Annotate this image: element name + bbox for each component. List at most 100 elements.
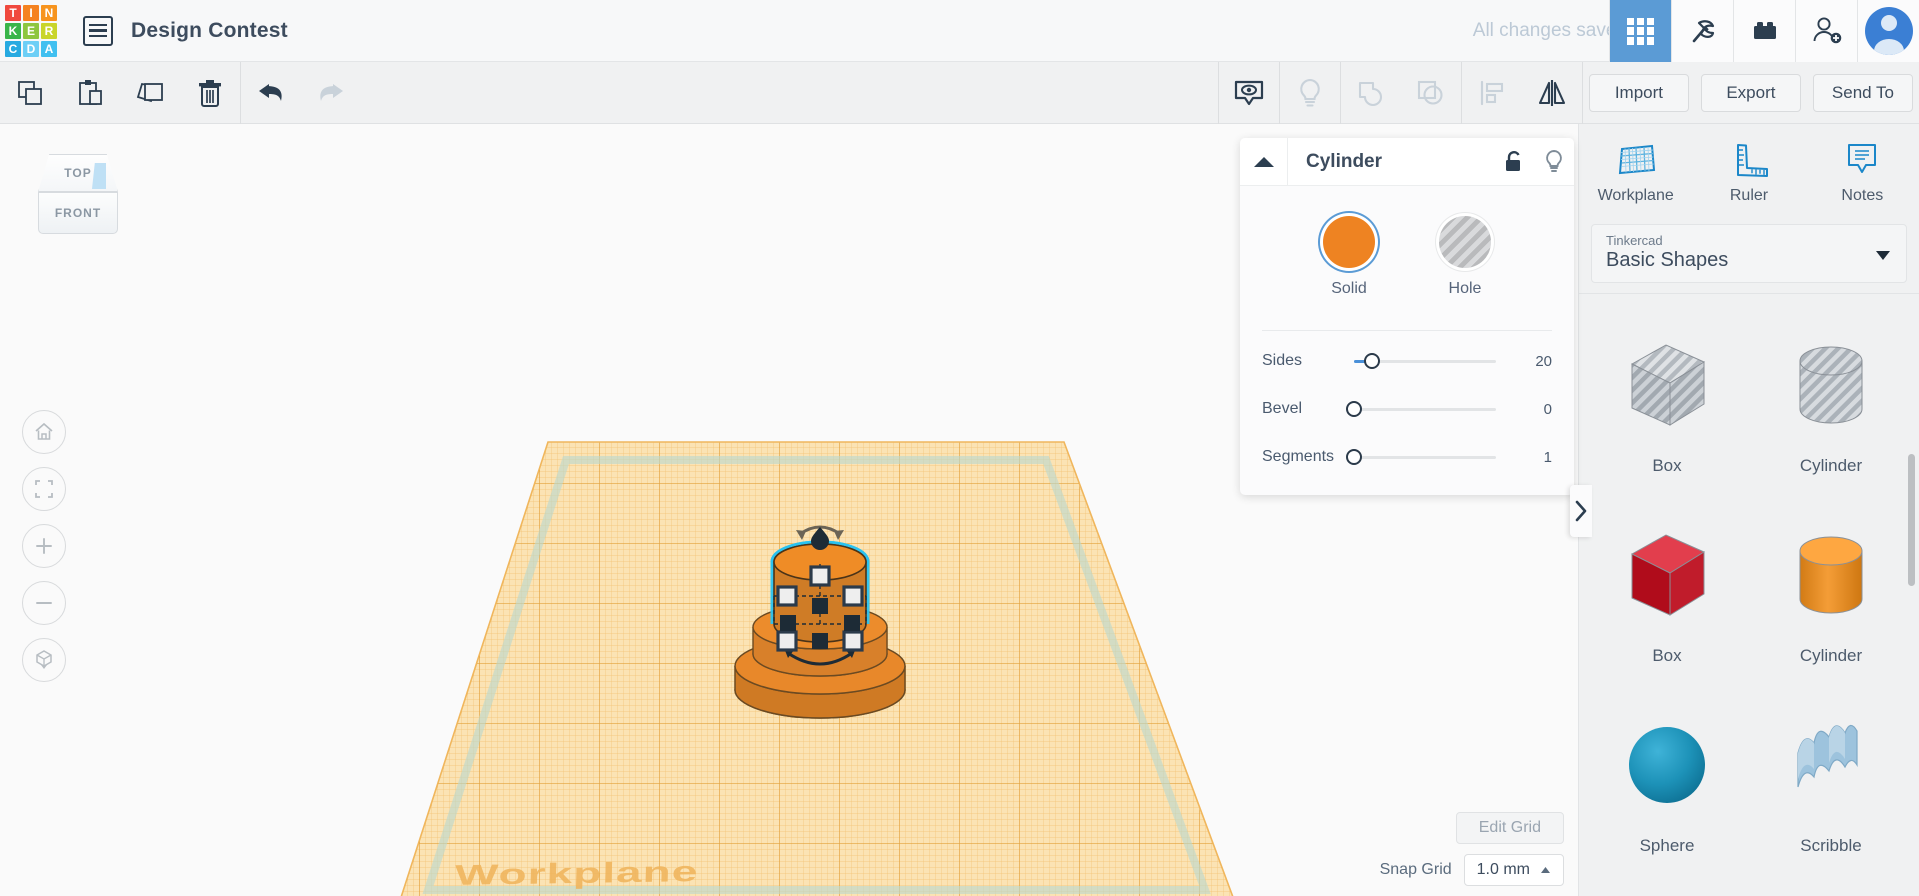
chevron-up-icon — [1541, 867, 1550, 873]
redo-button[interactable] — [301, 62, 361, 124]
mode-hole[interactable]: Hole — [1439, 216, 1491, 298]
home-view-icon[interactable] — [22, 410, 66, 454]
unlock-icon[interactable] — [1494, 138, 1534, 186]
zoom-out-icon[interactable] — [22, 581, 66, 625]
view-cube-top-label: TOP — [64, 166, 92, 180]
segments-slider[interactable] — [1346, 447, 1518, 467]
tool-notes[interactable]: Notes — [1806, 124, 1919, 220]
slider-segments: Segments 1 — [1240, 433, 1574, 481]
logo-tile-e: E — [23, 22, 39, 39]
collapse-sidebar-chevron[interactable] — [1570, 485, 1592, 537]
solid-swatch[interactable] — [1323, 216, 1375, 268]
view-cube[interactable]: TOP FRONT — [32, 148, 124, 240]
view-controls — [22, 410, 66, 682]
logo-tile-i: I — [23, 4, 39, 21]
cylinder-hole-icon — [1776, 331, 1886, 446]
library-source: Tinkercad — [1606, 233, 1663, 248]
logo-tile-k: K — [5, 22, 21, 39]
show-hide-icon[interactable] — [1219, 62, 1279, 124]
workplane-tool-label: Workplane — [1597, 186, 1674, 204]
lego-brick-icon[interactable] — [1733, 0, 1795, 62]
shape-item-cylinder-hole[interactable]: Cylinder — [1749, 308, 1913, 498]
copy-button[interactable] — [0, 62, 60, 124]
pickaxe-icon[interactable] — [1671, 0, 1733, 62]
export-button[interactable]: Export — [1700, 74, 1801, 112]
shape-library-grid: Box Cylinder Box Cylinder Sphere Scribbl… — [1579, 294, 1919, 872]
top-bar: TIN KER CDA Design Contest All changes sav… — [0, 0, 1919, 62]
undo-button[interactable] — [241, 62, 301, 124]
bevel-label: Bevel — [1262, 400, 1303, 417]
zoom-in-icon[interactable] — [22, 524, 66, 568]
import-button[interactable]: Import — [1588, 74, 1689, 112]
edit-grid-button[interactable]: Edit Grid — [1455, 812, 1564, 844]
align-icon[interactable] — [1462, 62, 1522, 124]
view-cube-front-face[interactable]: FRONT — [38, 192, 118, 234]
logo-tile-t: T — [5, 4, 21, 21]
logo-tile-n: N — [41, 4, 57, 21]
group-icon[interactable] — [1341, 62, 1401, 124]
add-person-icon[interactable] — [1795, 0, 1857, 62]
send-to-button[interactable]: Send To — [1812, 74, 1913, 112]
chevron-down-icon — [1876, 251, 1890, 260]
shape-item-box-hole[interactable]: Box — [1585, 308, 1749, 498]
notes-icon — [1848, 143, 1877, 173]
sides-slider[interactable] — [1354, 351, 1518, 371]
bevel-value: 0 — [1543, 400, 1552, 418]
slider-sides: Sides 20 — [1240, 337, 1574, 385]
shape-library-select[interactable]: Tinkercad Basic Shapes — [1591, 224, 1907, 283]
inspector-title: Cylinder — [1306, 150, 1383, 172]
orthographic-toggle-icon[interactable] — [22, 638, 66, 682]
logo-tile-c: C — [5, 40, 21, 57]
delete-button[interactable] — [180, 62, 240, 124]
toolbar-right-group: Import Export Send To — [1217, 62, 1919, 124]
tool-ruler[interactable]: Ruler — [1692, 124, 1805, 220]
mode-solid[interactable]: Solid — [1323, 216, 1375, 298]
shape-item-scribble[interactable]: Scribble — [1749, 688, 1913, 872]
edit-toolbar: Import Export Send To — [0, 61, 1919, 124]
sides-value: 20 — [1535, 352, 1552, 370]
ruler-tool-label: Ruler — [1729, 186, 1769, 204]
shape-label: Cylinder — [1799, 455, 1863, 475]
shape-item-sphere[interactable]: Sphere — [1585, 688, 1749, 872]
cylinder-orange-icon — [1776, 521, 1886, 636]
ungroup-icon[interactable] — [1401, 62, 1461, 124]
light-icon[interactable] — [1280, 62, 1340, 124]
tinkercad-editor: TIN KER CDA Design Contest All changes sav… — [0, 0, 1919, 896]
logo-tile-r: R — [41, 22, 57, 39]
collapse-panel-icon[interactable] — [1240, 138, 1288, 186]
tinkercad-logo[interactable]: TIN KER CDA — [3, 3, 59, 59]
page-title: Design Contest — [131, 18, 288, 42]
light-bulb-icon[interactable] — [1534, 138, 1574, 186]
inspector-header: Cylinder — [1240, 138, 1574, 186]
avatar[interactable] — [1857, 0, 1919, 62]
hole-swatch[interactable] — [1439, 216, 1491, 268]
mirror-icon[interactable] — [1522, 62, 1582, 124]
tool-workplane[interactable]: Workplane — [1579, 124, 1692, 220]
shape-label: Scribble — [1800, 835, 1862, 855]
inspector-divider — [1262, 330, 1552, 331]
snap-grid-select[interactable]: 1.0 mm — [1463, 854, 1564, 886]
shape-item-box-red[interactable]: Box — [1585, 498, 1749, 688]
shape-item-cylinder-orange[interactable]: Cylinder — [1749, 498, 1913, 688]
project-list-icon[interactable] — [83, 15, 113, 46]
logo-tile-d: D — [23, 40, 39, 57]
designs-grid-icon[interactable] — [1609, 0, 1671, 62]
grid-controls: Edit Grid Snap Grid 1.0 mm — [1264, 812, 1564, 886]
scribble-icon — [1776, 711, 1886, 826]
duplicate-button[interactable] — [120, 62, 180, 124]
ruler-icon — [1736, 143, 1768, 177]
shape-grid-scrollbar[interactable] — [1908, 454, 1915, 586]
fit-to-view-icon[interactable] — [22, 467, 66, 511]
shape-label: Sphere — [1639, 835, 1695, 855]
box-red-icon — [1612, 521, 1722, 636]
snap-grid-label: Snap Grid — [1379, 861, 1452, 878]
shape-inspector-panel: Cylinder Solid Hole Sides 20 Bevel 0 Seg… — [1240, 138, 1574, 495]
slider-bevel: Bevel 0 — [1240, 385, 1574, 433]
view-cube-top-face[interactable]: TOP — [38, 154, 118, 192]
notes-tool-label: Notes — [1841, 186, 1884, 204]
shape-label: Box — [1652, 645, 1682, 665]
bevel-slider[interactable] — [1346, 399, 1518, 419]
view-cube-highlight — [92, 163, 106, 189]
snap-grid-value: 1.0 mm — [1476, 861, 1530, 878]
paste-button[interactable] — [60, 62, 120, 124]
